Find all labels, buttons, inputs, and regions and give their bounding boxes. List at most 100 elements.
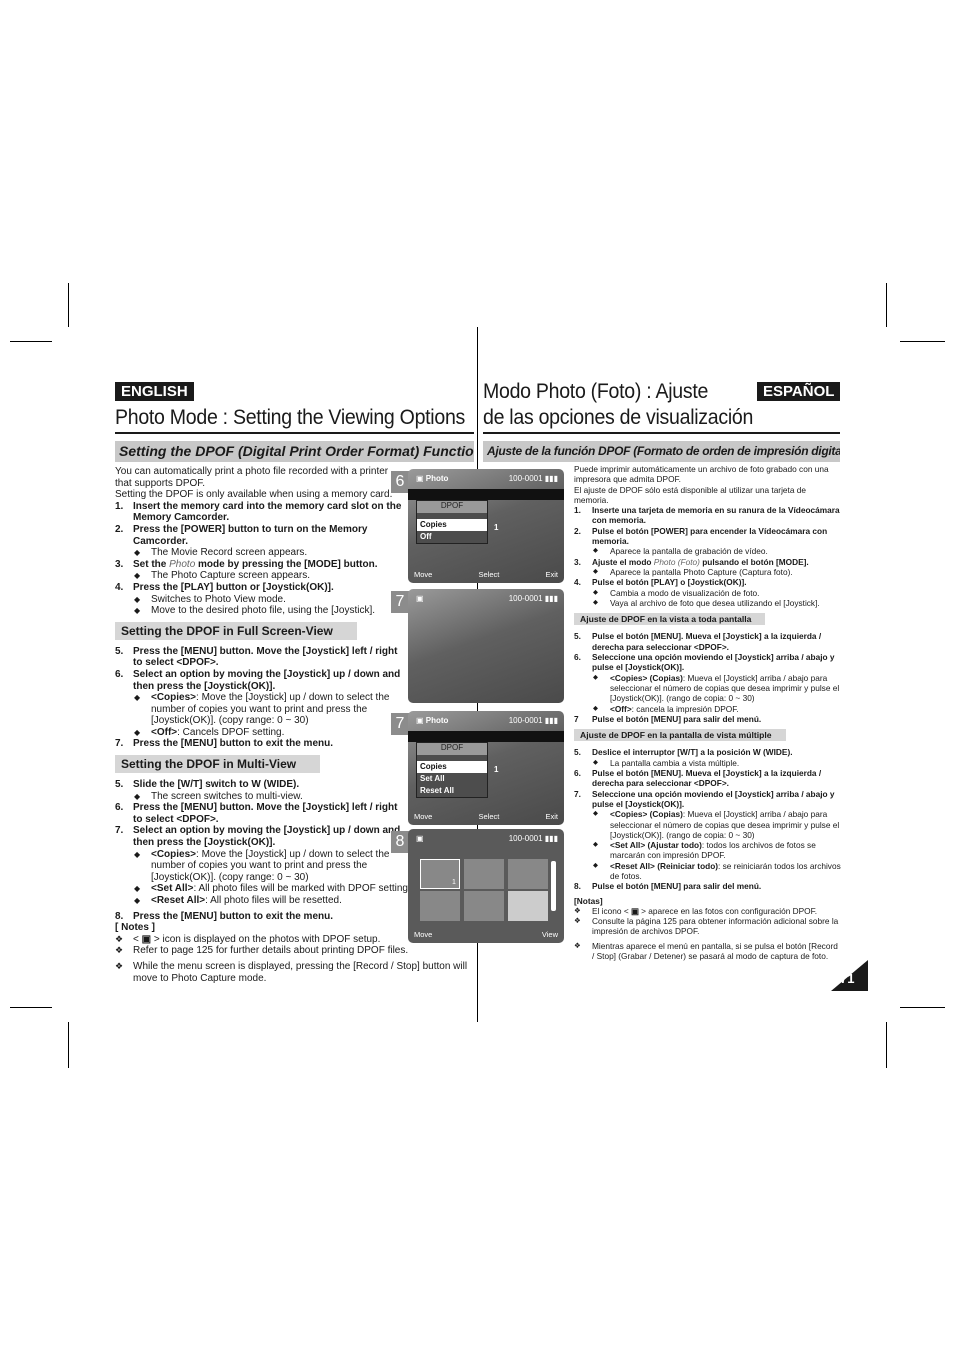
dpof-menu: DPOF Copies Off <box>416 500 488 544</box>
subsection-heading: Ajuste de DPOF en la vista a toda pantal… <box>574 613 766 626</box>
photo-thumbnail[interactable] <box>508 859 548 889</box>
crop-mark <box>68 1022 69 1068</box>
text-segment: Insert the memory card into the memory c… <box>133 500 402 524</box>
step-item: 4. Pulse el botón [PLAY] o [Joystick(OK)]… <box>574 577 842 587</box>
step-item: 5. Pulse el botón [MENU]. Mueva el [Joyst… <box>574 631 842 652</box>
scrollbar[interactable] <box>551 861 556 911</box>
bullet-item: Move to the desired photo file, using th… <box>115 605 407 617</box>
bullet-item: The screen switches to multi-view. <box>115 791 407 803</box>
text-segment: Mientras aparece el menú en pantalla, si… <box>592 940 838 962</box>
step-number-tab: 7 <box>391 713 409 735</box>
bullet-item: <Reset All>: All photo files will be res… <box>115 895 407 907</box>
file-number: 100-0001 <box>508 474 543 483</box>
bullet-item: <Copies> (Copias): Mueva el [Joystick] a… <box>574 673 842 704</box>
text-segment: Move to the desired photo file, using th… <box>151 605 376 617</box>
title-rule <box>483 432 840 434</box>
step-item: 7. Select an option by moving the [Joysti… <box>115 825 407 848</box>
bullet-item: The Movie Record screen appears. <box>115 547 407 559</box>
text-segment: [ Notes ] <box>115 922 155 934</box>
title-rule <box>115 432 474 434</box>
text-segment: The screen switches to multi-view. <box>151 790 303 802</box>
photo-thumbnail[interactable] <box>464 891 504 921</box>
step-number: 7. <box>115 738 124 750</box>
step-number: 2. <box>574 525 581 536</box>
text-segment: <Copies> <box>151 848 197 860</box>
text-segment: You can automatically print a photo file… <box>115 466 389 489</box>
text-segment: <Set All> <box>151 883 194 895</box>
text-segment: < <box>133 933 142 945</box>
step-item: 1. Inserte una tarjeta de memoria en su r… <box>574 505 842 526</box>
text-segment: mode by pressing the [MODE] button. <box>195 558 378 570</box>
paragraph: [ Notes ] <box>115 922 407 934</box>
bullet-item: <Reset All> (Reiniciar todo): se reinici… <box>574 861 842 882</box>
note-item: Consulte la página 125 para obtener info… <box>574 916 842 937</box>
file-number: 100-0001 <box>508 716 543 725</box>
step-number: 2. <box>115 523 124 535</box>
dpof-icon: ▣ <box>630 905 639 916</box>
bullet-item: <Set All> (Ajustar todo): todos los arch… <box>574 840 842 861</box>
text-segment: Setting the DPOF is only available when … <box>115 489 393 501</box>
text-segment: <Off> <box>151 726 178 738</box>
text-segment: Deslice el interruptor [W/T] a la posici… <box>592 747 793 758</box>
step-number: 1. <box>115 500 124 512</box>
step-number: 1. <box>574 505 581 516</box>
text-segment: Select an option by moving the [Joystick… <box>133 668 401 692</box>
text-segment: Seleccione una opción moviendo el [Joyst… <box>592 652 835 673</box>
file-number: 100-0001 <box>508 594 543 603</box>
step-number: 6. <box>115 668 124 680</box>
note-item: Mientras aparece el menú en pantalla, si… <box>574 941 842 962</box>
menu-option[interactable]: Set All <box>417 773 487 785</box>
text-segment: <Copies> (Copias) <box>610 672 683 683</box>
camcorder-screen: ▣ Photo 100-0001 ▮▮▮ DPOF Copies Off 1 Move Sel… <box>408 469 564 583</box>
paragraph: El ajuste de DPOF sólo está disponible a… <box>574 485 842 506</box>
text-segment: While the menu screen is displayed, pres… <box>133 960 468 984</box>
text-segment: Aparece la pantalla Photo Capture (Captu… <box>610 566 793 577</box>
menu-option[interactable]: Copies <box>417 519 487 531</box>
bullet-item: Vaya al archivo de foto que desea utiliz… <box>574 597 842 609</box>
page-number: 71 <box>840 971 855 986</box>
step-number: 7. <box>574 788 581 799</box>
text-segment: The Photo Capture screen appears. <box>151 570 310 582</box>
photo-thumbnail[interactable] <box>420 891 460 921</box>
text-segment: Slide the [W/T] switch to W (WIDE). <box>133 779 300 791</box>
step-item: 7 Pulse el botón [MENU] para salir del me… <box>574 714 842 724</box>
step-item: 7. Seleccione una opción moviendo el [Joy… <box>574 789 842 810</box>
text-segment: Puede imprimir automáticamente un archiv… <box>574 464 829 485</box>
step-item: 2. Pulse el botón [POWER] para encender l… <box>574 526 842 547</box>
step-item: 5. Deslice el interruptor [W/T] a la posi… <box>574 747 842 757</box>
text-segment: The Movie Record screen appears. <box>151 547 308 559</box>
paragraph: Setting the DPOF is only available when … <box>115 489 407 501</box>
page-title-en: Photo Mode : Setting the Viewing Options <box>115 406 466 429</box>
text-segment: <Copies> (Copias) <box>610 809 683 820</box>
step-item: 5. Press the [MENU] button. Move the [Joy… <box>115 646 407 669</box>
text-segment: Pulse el botón [MENU]. Mueva el [Joystic… <box>592 631 822 652</box>
thumbnail-badge: 1 <box>452 879 456 886</box>
photo-thumbnail[interactable] <box>464 859 504 889</box>
text-segment: <Off> <box>610 703 632 714</box>
step-item: 2. Press the [POWER] button to turn on th… <box>115 524 407 547</box>
dpof-icon: ▣ <box>141 933 152 945</box>
menu-option[interactable]: Copies <box>417 761 487 773</box>
text-segment: Ajuste de DPOF en la pantalla de vista m… <box>580 730 772 741</box>
spanish-column: Puede imprimir automáticamente un archiv… <box>574 464 842 961</box>
footer-view-label: View <box>541 930 558 939</box>
text-segment: El ajuste de DPOF sólo está disponible a… <box>574 484 806 505</box>
text-segment: > icon is displayed on the photos with D… <box>151 933 381 945</box>
text-segment: Vaya al archivo de foto que desea utiliz… <box>610 597 820 608</box>
subsection-heading: Ajuste de DPOF en la pantalla de vista m… <box>574 729 786 742</box>
footer-exit-label: Exit <box>545 570 558 579</box>
menu-option[interactable]: Off <box>417 531 487 543</box>
text-segment: Press the [MENU] button to exit the menu… <box>133 738 334 750</box>
step-item: 6. Pulse el botón [MENU]. Mueva el [Joyst… <box>574 768 842 789</box>
english-column: You can automatically print a photo file… <box>115 466 467 984</box>
text-segment: Switches to Photo View mode. <box>151 593 286 605</box>
text-segment: : Cancels DPOF setting. <box>177 726 285 738</box>
photo-thumbnail[interactable] <box>508 891 548 921</box>
camcorder-screen: ▣ 100-0001 ▮▮▮ 1 Move View <box>408 829 564 943</box>
note-item: While the menu screen is displayed, pres… <box>115 961 470 984</box>
text-segment: : cancela la impresión DPOF. <box>631 703 739 714</box>
mode-label: Photo <box>425 716 449 725</box>
menu-option[interactable]: Reset All <box>417 785 487 797</box>
step-number: 4. <box>574 577 581 588</box>
step-item: 5. Slide the [W/T] switch to W (WIDE). <box>115 779 407 791</box>
